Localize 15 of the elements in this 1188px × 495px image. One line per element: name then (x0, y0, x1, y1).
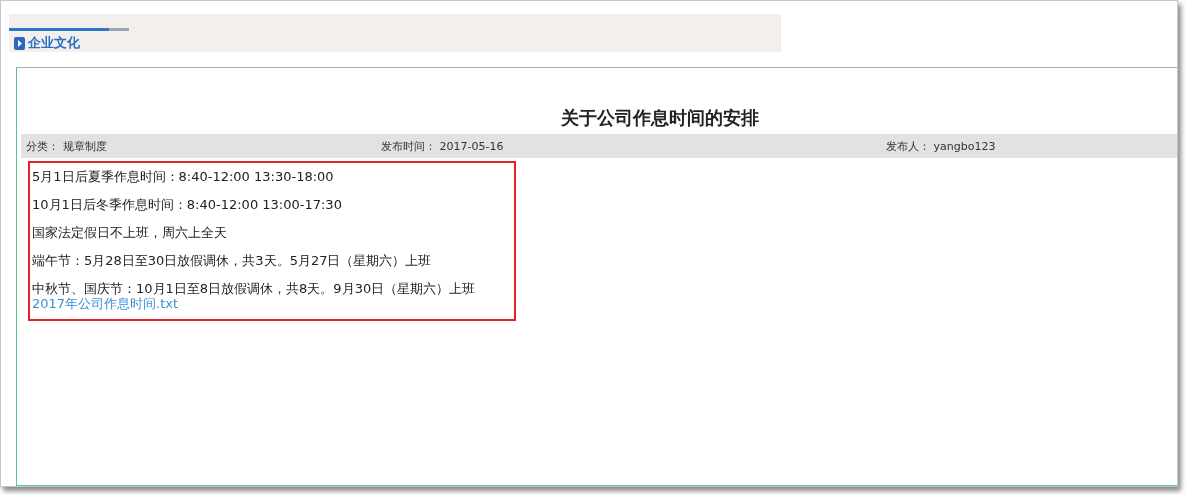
meta-label: 发布时间： (381, 139, 436, 153)
attachment-link[interactable]: 2017年公司作息时间.txt (32, 297, 179, 311)
article-title: 关于公司作息时间的安排 (560, 106, 760, 130)
play-icon (14, 36, 25, 50)
meta-value: 2017-05-16 (439, 139, 504, 153)
body-line: 中秋节、国庆节：10月1日至8日放假调休，共8天。9月30日（星期六）上班 (32, 281, 476, 296)
body-line: 10月1日后冬季作息时间：8:40-12:00 13:00-17:30 (32, 197, 342, 212)
body-line: 端午节：5月28日至30日放假调休，共3天。5月27日（星期六）上班 (32, 253, 432, 268)
meta-label: 分类： (26, 139, 59, 153)
section-title: 企业文化 (28, 34, 80, 52)
meta-label: 发布人： (886, 139, 930, 153)
body-line: 国家法定假日不上班，周六上全天 (32, 225, 227, 240)
meta-value: 规章制度 (62, 139, 107, 153)
meta-value: yangbo123 (933, 139, 996, 153)
body-line: 5月1日后夏季作息时间：8:40-12:00 13:30-18:00 (32, 169, 334, 184)
